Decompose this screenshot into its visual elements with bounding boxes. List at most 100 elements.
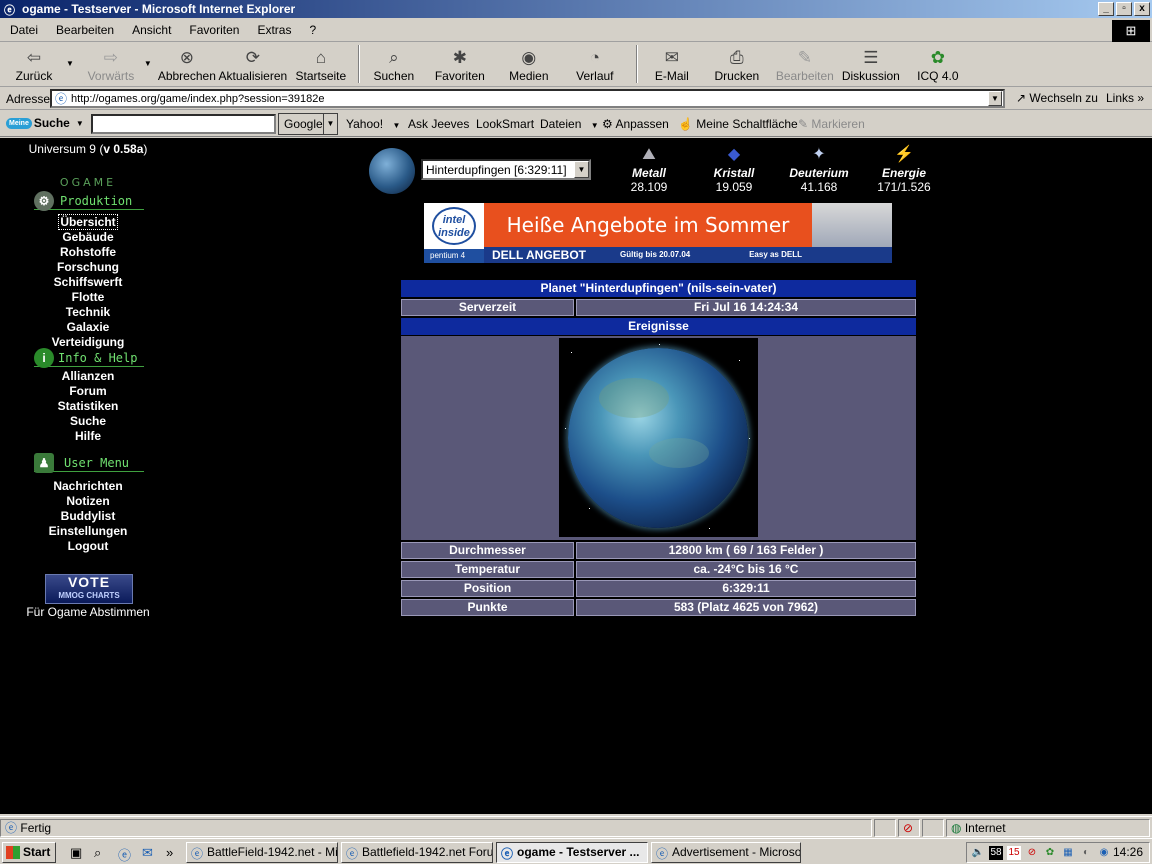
- quicklaunch-more-icon[interactable]: »: [166, 845, 173, 860]
- deuterium-icon: ✦: [812, 146, 826, 163]
- back-dropdown-icon[interactable]: ▼: [66, 59, 74, 68]
- planet-sphere: [568, 348, 748, 528]
- tray-badge[interactable]: 15: [1007, 846, 1021, 860]
- my-search-dropdown-icon[interactable]: ▼: [76, 119, 84, 128]
- vote-caption[interactable]: Für Ogame Abstimmen: [0, 605, 176, 619]
- mail-button[interactable]: ✉ E-Mail: [644, 43, 700, 85]
- task-button[interactable]: ⓔ BattleField-1942.net - Mi...: [186, 842, 338, 863]
- tray-icon[interactable]: ◉: [1097, 846, 1111, 860]
- page-icon: ⓔ: [5, 821, 18, 835]
- nav-buddylist[interactable]: Buddylist: [0, 509, 176, 523]
- yahoo-button[interactable]: Yahoo! ▼: [346, 117, 400, 131]
- search-button[interactable]: ⌕ Suchen: [366, 43, 422, 85]
- window-titlebar[interactable]: ⓔ ogame - Testserver - Microsoft Interne…: [0, 0, 1152, 18]
- minimize-button[interactable]: _: [1098, 2, 1114, 16]
- search-engine-select[interactable]: Google ▼: [278, 113, 338, 135]
- go-label: Wechseln zu: [1029, 91, 1098, 105]
- nav-messages[interactable]: Nachrichten: [0, 479, 176, 493]
- nav-logout[interactable]: Logout: [0, 539, 176, 553]
- my-button[interactable]: ☝ Meine Schaltfläche: [678, 117, 798, 131]
- menu-extras[interactable]: Extras: [248, 23, 300, 37]
- version-prefix: v: [103, 142, 110, 156]
- window-title: ogame - Testserver - Microsoft Internet …: [22, 2, 296, 16]
- nav-resources[interactable]: Rohstoffe: [0, 245, 176, 259]
- history-button[interactable]: ◔ Verlauf: [560, 43, 630, 85]
- files-button[interactable]: Dateien ▼: [540, 117, 599, 131]
- address-bar: Adresse ⓔ http://ogames.org/game/index.p…: [0, 88, 1152, 110]
- edit-button[interactable]: ✎ Bearbeiten: [774, 43, 836, 85]
- favorites-button[interactable]: ✱ Favoriten: [422, 43, 498, 85]
- ask-jeeves-button[interactable]: Ask Jeeves: [408, 117, 469, 131]
- nav-overview[interactable]: Übersicht: [0, 214, 176, 230]
- planet-image[interactable]: [559, 338, 758, 537]
- close-button[interactable]: x: [1134, 2, 1150, 16]
- position-value[interactable]: 6:329:11: [576, 580, 916, 597]
- address-dropdown-icon[interactable]: ▼: [988, 91, 1002, 106]
- refresh-button[interactable]: ⟳ Aktualisieren: [216, 43, 290, 85]
- nav-research[interactable]: Forschung: [0, 260, 176, 274]
- nav-shipyard[interactable]: Schiffswerft: [0, 275, 176, 289]
- print-button[interactable]: ⎙ Drucken: [700, 43, 774, 85]
- dell-offer-label: DELL ANGEBOT: [492, 248, 587, 262]
- nav-notes[interactable]: Notizen: [0, 494, 176, 508]
- start-button[interactable]: Start: [2, 842, 56, 863]
- nav-alliances[interactable]: Allianzen: [0, 369, 176, 383]
- planet-select[interactable]: Hinterdupfingen [6:329:11] ▼: [421, 159, 591, 180]
- menu-file[interactable]: Datei: [0, 23, 47, 37]
- status-bar: ⓔ Fertig ⊘ ◍ Internet: [0, 816, 1152, 838]
- nav-defense[interactable]: Verteidigung: [0, 335, 176, 349]
- menu-view[interactable]: Ansicht: [123, 23, 180, 37]
- my-search-logo[interactable]: Meine Suche ▼: [6, 116, 84, 130]
- edit-icon: ✎: [797, 48, 812, 67]
- back-button[interactable]: ⇦ Zurück: [4, 43, 64, 85]
- menu-help[interactable]: ?: [300, 23, 325, 37]
- nav-statistics[interactable]: Statistiken: [0, 399, 176, 413]
- clock[interactable]: 14:26: [1113, 845, 1143, 859]
- nav-technology[interactable]: Technik: [0, 305, 176, 319]
- nav-fleet[interactable]: Flotte: [0, 290, 176, 304]
- dell-banner-ad[interactable]: intel inside pentium 4 Heiße Angebote im…: [424, 203, 892, 263]
- desktop-icon[interactable]: ▣: [70, 845, 82, 861]
- nav-buildings[interactable]: Gebäude: [0, 230, 176, 244]
- forward-dropdown-icon[interactable]: ▼: [144, 59, 152, 68]
- icq-button[interactable]: ✿ ICQ 4.0: [906, 43, 970, 85]
- search-input[interactable]: [91, 114, 276, 134]
- network-icon[interactable]: ▦: [1061, 846, 1075, 860]
- chevron-right-icon: »: [1137, 91, 1145, 105]
- tray-badge[interactable]: 58: [989, 846, 1003, 860]
- explorer-icon[interactable]: ⌕: [94, 845, 101, 861]
- resource-name: Kristall: [713, 166, 755, 180]
- vote-banner[interactable]: VOTE MMOG CHARTS: [45, 574, 133, 604]
- maximize-button[interactable]: ▫: [1116, 2, 1132, 16]
- volume-icon[interactable]: 🔈: [971, 846, 985, 860]
- task-button[interactable]: ⓔ Battlefield-1942.net Foru...: [341, 842, 493, 863]
- customize-button[interactable]: ⚙ Anpassen: [602, 117, 669, 131]
- go-button[interactable]: ↗ Wechseln zu: [1016, 91, 1098, 105]
- home-button[interactable]: ⌂ Startseite: [290, 43, 352, 85]
- looksmart-button[interactable]: LookSmart: [476, 117, 534, 131]
- discuss-button[interactable]: ☰ Diskussion: [836, 43, 906, 85]
- forward-button[interactable]: ⇨ Vorwärts: [80, 43, 142, 85]
- media-button[interactable]: ◉ Medien: [498, 43, 560, 85]
- nav-forum[interactable]: Forum: [0, 384, 176, 398]
- nav-settings[interactable]: Einstellungen: [0, 524, 176, 538]
- nav-galaxy[interactable]: Galaxie: [0, 320, 176, 334]
- highlight-button[interactable]: ✎ Markieren: [798, 117, 865, 131]
- links-button[interactable]: Links »: [1106, 91, 1144, 105]
- banner-headline: Heiße Angebote im Sommer: [506, 213, 790, 237]
- menu-edit[interactable]: Bearbeiten: [47, 23, 123, 37]
- ie-quicklaunch-icon[interactable]: ⓔ: [118, 845, 131, 864]
- popup-blocker-icon[interactable]: ⊘: [898, 819, 920, 837]
- security-zone: ◍ Internet: [946, 819, 1150, 837]
- icq-tray-icon[interactable]: ✿: [1043, 846, 1057, 860]
- menu-favorites[interactable]: Favoriten: [180, 23, 248, 37]
- antivirus-icon[interactable]: ⊘: [1025, 846, 1039, 860]
- task-button-active[interactable]: ⓔ ogame - Testserver ...: [496, 842, 648, 863]
- outlook-icon[interactable]: ✉: [142, 845, 153, 861]
- tray-icon[interactable]: ◐: [1079, 846, 1093, 860]
- task-button[interactable]: ⓔ Advertisement - Microsof...: [651, 842, 801, 863]
- nav-search[interactable]: Suche: [0, 414, 176, 428]
- nav-help[interactable]: Hilfe: [0, 429, 176, 443]
- stop-button[interactable]: ⊗ Abbrechen: [158, 43, 216, 85]
- address-input[interactable]: ⓔ http://ogames.org/game/index.php?sessi…: [50, 89, 1005, 108]
